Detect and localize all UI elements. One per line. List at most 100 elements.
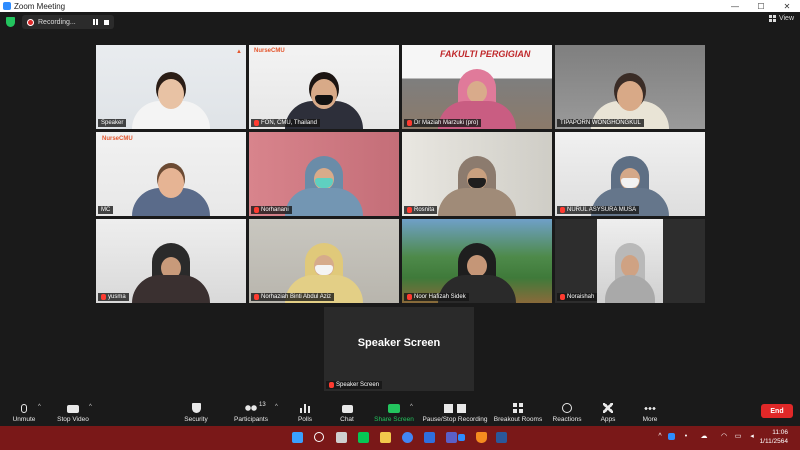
- title-bar: Zoom Meeting — ☐ ✕: [0, 0, 800, 12]
- clock-date: 1/11/2564: [759, 438, 788, 445]
- participants-icon: [244, 405, 258, 413]
- video-tile-mc[interactable]: NurseCMU MC: [96, 132, 246, 216]
- view-label: View: [778, 15, 794, 22]
- participants-chevron-icon[interactable]: ^: [275, 404, 278, 410]
- participant-name-label: NURUL ASYSURA MUSA: [557, 206, 640, 214]
- nursecmu-logo: NurseCMU: [102, 136, 133, 142]
- participant-name-label: yusma: [98, 293, 129, 301]
- video-tile-speaker[interactable]: ▲ Speaker: [96, 45, 246, 129]
- windows-start-icon[interactable]: [292, 432, 303, 443]
- apps-button[interactable]: Apps: [596, 399, 620, 426]
- pause-recording-icon[interactable]: [93, 19, 98, 25]
- maximize-button[interactable]: ☐: [748, 0, 774, 12]
- grid-view-icon: [768, 15, 776, 22]
- pause-stop-recording-button[interactable]: Pause/Stop Recording: [420, 399, 490, 426]
- end-meeting-button[interactable]: End: [761, 404, 793, 418]
- muted-mic-icon: [407, 207, 412, 213]
- participant-name-label: Norhanani: [251, 206, 292, 214]
- recording-indicator: Recording...: [22, 15, 114, 29]
- breakout-rooms-button[interactable]: Breakout Rooms: [492, 399, 544, 426]
- windows-taskbar: [0, 426, 800, 450]
- nursecmu-logo: NurseCMU: [254, 48, 285, 54]
- reactions-smiley-icon: [562, 403, 572, 413]
- apps-icon: [603, 403, 613, 413]
- banner-text: FAKULTI PERGIGIAN: [440, 49, 531, 59]
- chat-bubble-icon: [341, 405, 353, 413]
- muted-microphone-icon: [21, 404, 27, 413]
- share-options-chevron-icon[interactable]: ^: [410, 404, 413, 410]
- zoom-taskbar-icon[interactable]: [458, 434, 465, 441]
- video-options-chevron-icon[interactable]: ^: [89, 404, 92, 410]
- polls-button[interactable]: Polls: [292, 399, 318, 426]
- participant-name-label: Noraishah: [557, 293, 598, 301]
- recording-label: Recording...: [38, 18, 76, 26]
- security-button[interactable]: Security: [182, 399, 210, 426]
- speaker-screen-tile[interactable]: Speaker Screen Speaker Screen: [324, 307, 474, 391]
- video-tile-noraishah[interactable]: Noraishah: [555, 219, 705, 303]
- video-tile-tipaporn[interactable]: TIPAPORN WONGHONGKUL: [555, 45, 705, 129]
- video-tile-noor-hafizah[interactable]: Noor Hafizah Sidek: [402, 219, 552, 303]
- vlc-icon[interactable]: [476, 432, 487, 443]
- tray-chevron-icon[interactable]: ^: [656, 433, 664, 441]
- minimize-button[interactable]: —: [722, 0, 748, 12]
- video-tile-norhaziah[interactable]: Norhaziah Binti Abdul Aziz: [249, 219, 399, 303]
- pause-stop-recording-icon: [444, 404, 466, 413]
- stop-video-button[interactable]: Stop Video: [54, 399, 92, 426]
- video-camera-icon: [67, 405, 79, 413]
- participants-count: 13: [259, 402, 266, 408]
- video-tile-maziah[interactable]: FAKULTI PERGIGIAN Dr Maziah Marzuki (pro…: [402, 45, 552, 129]
- zoom-app-icon: [3, 2, 11, 10]
- cloud-tray-icon[interactable]: ☁: [700, 433, 708, 441]
- view-button[interactable]: View: [768, 15, 794, 22]
- volume-tray-icon[interactable]: ◂: [748, 433, 756, 441]
- microphone-tray-icon[interactable]: •: [682, 433, 690, 441]
- zoom-tray-icon[interactable]: [668, 433, 675, 440]
- battery-tray-icon[interactable]: ▭: [734, 433, 742, 441]
- file-explorer-icon[interactable]: [380, 432, 391, 443]
- video-tile-rosnita[interactable]: Rosnita: [402, 132, 552, 216]
- encryption-shield-icon[interactable]: [6, 17, 15, 27]
- breakout-rooms-grid-icon: [513, 403, 523, 413]
- muted-mic-icon: [560, 294, 565, 300]
- video-tile-nurul[interactable]: NURUL ASYSURA MUSA: [555, 132, 705, 216]
- participant-name-label: FON, CMU, Thailand: [251, 119, 320, 127]
- more-dots-icon: [644, 407, 656, 410]
- word-icon[interactable]: [496, 432, 507, 443]
- chat-button[interactable]: Chat: [334, 399, 360, 426]
- participant-name-label: Noor Hafizah Sidek: [404, 293, 469, 301]
- share-screen-arrow-icon: [388, 404, 400, 413]
- muted-mic-icon: [329, 382, 334, 388]
- wifi-tray-icon[interactable]: ◠: [720, 433, 728, 441]
- video-tile-fon-cmu[interactable]: NurseCMU FON, CMU, Thailand: [249, 45, 399, 129]
- participant-name-label: Rosnita: [404, 206, 438, 214]
- teams-icon[interactable]: [446, 432, 457, 443]
- muted-mic-icon: [254, 294, 259, 300]
- reactions-button[interactable]: Reactions: [550, 399, 584, 426]
- participant-name-label: TIPAPORN WONGHONGKUL: [557, 119, 644, 127]
- more-button[interactable]: More: [638, 399, 662, 426]
- participant-name-label: Dr Maziah Marzuki (pro): [404, 119, 482, 127]
- muted-mic-icon: [407, 294, 412, 300]
- meeting-top-bar: [0, 12, 800, 32]
- muted-mic-icon: [560, 207, 565, 213]
- muted-mic-icon: [254, 207, 259, 213]
- task-view-icon[interactable]: [336, 432, 347, 443]
- participant-name-label: Speaker Screen: [326, 381, 383, 389]
- close-button[interactable]: ✕: [774, 0, 800, 12]
- participant-name-label: MC: [98, 206, 114, 214]
- participant-name-label: Speaker: [98, 119, 127, 127]
- unmute-button[interactable]: Unmute: [10, 399, 38, 426]
- security-shield-icon: [191, 403, 201, 413]
- chrome-icon[interactable]: [402, 432, 413, 443]
- todo-icon[interactable]: [424, 432, 435, 443]
- audio-options-chevron-icon[interactable]: ^: [38, 404, 41, 410]
- window-title: Zoom Meeting: [14, 1, 66, 11]
- recording-dot-icon: [27, 18, 34, 26]
- taskbar-clock[interactable]: 11:06 1/11/2564: [760, 428, 788, 446]
- speaker-screen-title: Speaker Screen: [357, 337, 441, 349]
- video-tile-yusma[interactable]: yusma: [96, 219, 246, 303]
- stop-recording-icon[interactable]: [104, 19, 109, 25]
- search-icon[interactable]: [314, 432, 324, 442]
- line-app-icon[interactable]: [358, 432, 369, 443]
- video-tile-norhanani[interactable]: Norhanani: [249, 132, 399, 216]
